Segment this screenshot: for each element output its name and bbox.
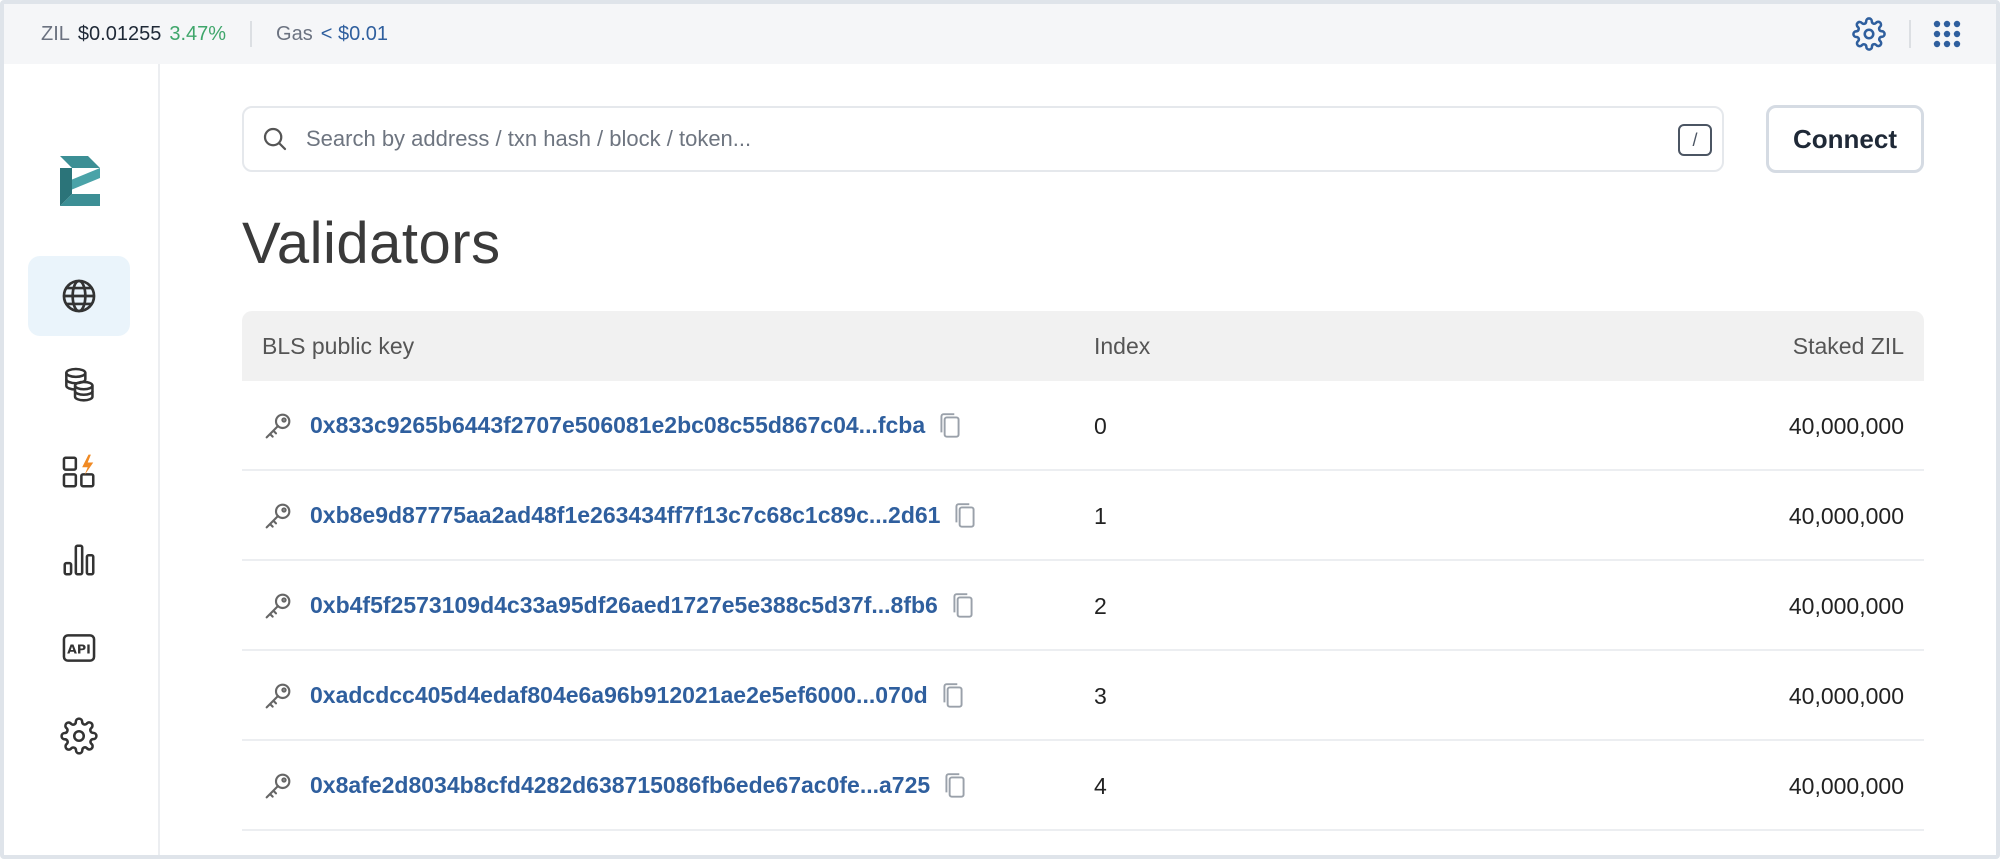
validator-staked: 40,000,000 — [1788, 503, 1904, 529]
validators-table: BLS public key Index Staked ZIL 0x833c92… — [242, 311, 1924, 831]
validator-index: 4 — [1094, 773, 1107, 799]
apps-grid-icon[interactable] — [1933, 20, 1961, 48]
nav-item-tokens[interactable] — [28, 344, 130, 424]
globe-icon — [62, 279, 96, 313]
nav-item-charts[interactable] — [28, 520, 130, 600]
validator-staked: 40,000,000 — [1788, 413, 1904, 439]
price-change: 3.47% — [169, 22, 227, 45]
search-icon — [263, 127, 287, 151]
table-row: 0xadcdcc405d4edaf804e6a96b912021ae2e5ef6… — [242, 651, 1924, 741]
table-row: 0x8afe2d8034b8cfd4282d638715086fb6ede67a… — [242, 741, 1924, 831]
search-input[interactable] — [306, 118, 1606, 160]
table-row: 0xb8e9d87775aa2ad48f1e263434ff7f13c7c68c… — [242, 471, 1924, 561]
settings-gear-icon[interactable] — [1852, 17, 1886, 51]
validator-key-link[interactable]: 0xb8e9d87775aa2ad48f1e263434ff7f13c7c68c… — [310, 502, 940, 529]
page-title: Validators — [242, 211, 501, 276]
top-bar: ZIL $0.01255 3.47% Gas < $0.01 — [4, 4, 1996, 64]
validator-index: 2 — [1094, 593, 1107, 619]
search-bar: / — [242, 106, 1724, 172]
connect-button[interactable]: Connect — [1766, 105, 1924, 173]
bar-chart-icon — [63, 544, 95, 576]
app-window: ZIL $0.01255 3.47% Gas < $0.01 API Searc… — [0, 0, 2000, 859]
validator-staked: 40,000,000 — [1788, 593, 1904, 619]
copy-icon[interactable] — [942, 771, 968, 801]
column-header-staked: Staked ZIL — [1792, 333, 1904, 359]
validator-staked: 40,000,000 — [1788, 773, 1904, 799]
apps-icon — [62, 454, 95, 488]
key-icon — [265, 413, 291, 439]
validator-index: 0 — [1094, 413, 1107, 439]
key-icon — [265, 773, 291, 799]
divider — [250, 21, 253, 47]
sidebar: API — [4, 64, 160, 855]
key-icon — [265, 683, 291, 709]
column-header-bls-key: BLS public key — [262, 333, 415, 359]
gear-icon — [60, 717, 98, 755]
key-icon — [265, 593, 291, 619]
validator-staked: 40,000,000 — [1788, 683, 1904, 709]
copy-icon[interactable] — [937, 411, 963, 441]
validator-index: 3 — [1094, 683, 1107, 709]
copy-icon[interactable] — [940, 681, 966, 711]
nav-item-explorer[interactable] — [28, 256, 130, 336]
divider — [1909, 20, 1911, 48]
gas-label: Gas — [276, 22, 313, 45]
validator-key-link[interactable]: 0xb4f5f2573109d4c33a95df26aed1727e5e388c… — [310, 592, 938, 619]
copy-icon[interactable] — [950, 591, 976, 621]
svg-text:API: API — [67, 642, 91, 657]
validator-key-link[interactable]: 0x833c9265b6443f2707e506081e2bc08c55d867… — [310, 412, 925, 439]
token-symbol: ZIL — [41, 22, 70, 45]
table-header: BLS public key Index Staked ZIL — [242, 311, 1924, 381]
nav-item-settings[interactable] — [28, 696, 130, 776]
nav-item-api[interactable]: API — [28, 608, 130, 688]
validator-index: 1 — [1094, 503, 1107, 529]
api-icon: API — [62, 634, 96, 662]
table-row: 0x833c9265b6443f2707e506081e2bc08c55d867… — [242, 381, 1924, 471]
search-shortcut-badge: / — [1678, 124, 1712, 156]
copy-icon[interactable] — [952, 501, 978, 531]
coins-icon — [65, 367, 94, 402]
column-header-index: Index — [1094, 333, 1151, 359]
zilliqa-logo-icon[interactable] — [58, 154, 102, 208]
token-price: $0.01255 — [77, 22, 162, 45]
validator-key-link[interactable]: 0x8afe2d8034b8cfd4282d638715086fb6ede67a… — [310, 772, 930, 799]
table-row: 0xb4f5f2573109d4c33a95df26aed1727e5e388c… — [242, 561, 1924, 651]
key-icon — [265, 503, 291, 529]
validator-key-link[interactable]: 0xadcdcc405d4edaf804e6a96b912021ae2e5ef6… — [310, 682, 928, 709]
nav-item-apps[interactable] — [28, 432, 130, 512]
gas-value[interactable]: < $0.01 — [321, 23, 388, 46]
